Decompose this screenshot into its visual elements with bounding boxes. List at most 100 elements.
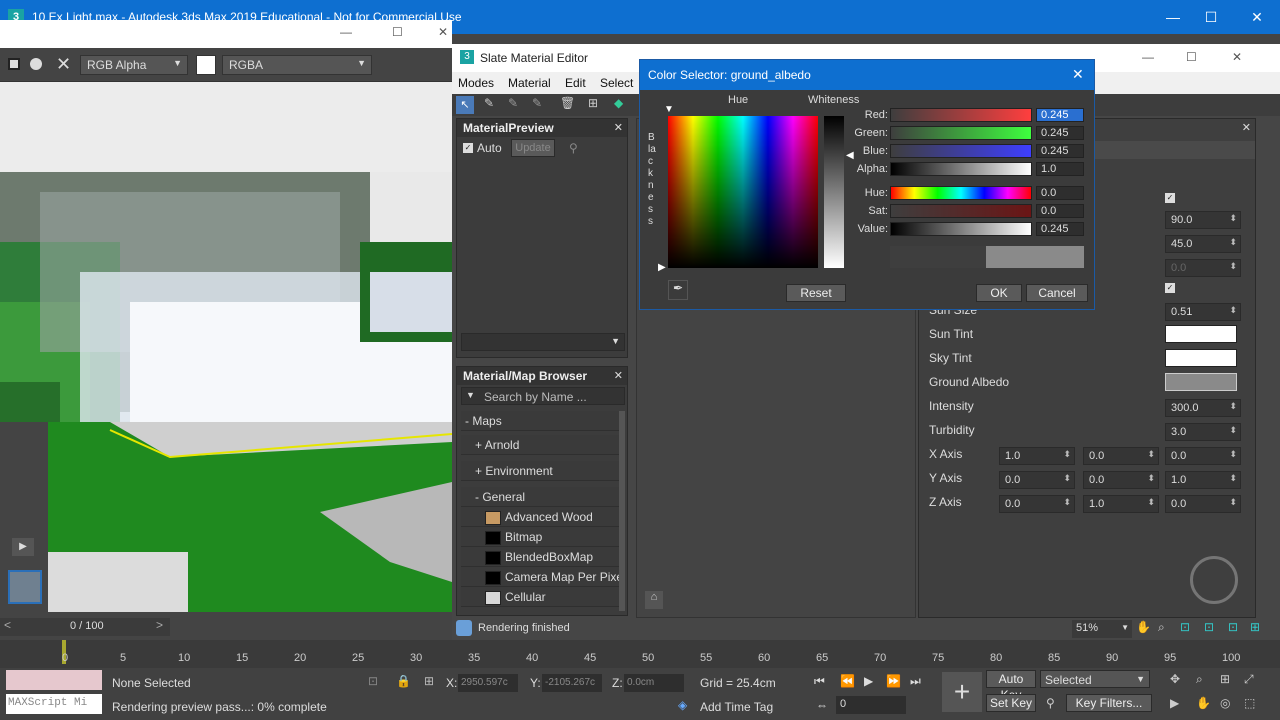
select-tool-icon[interactable]: ↖ — [456, 96, 474, 114]
tree-arnold[interactable]: + Arnold — [461, 435, 621, 455]
map-item[interactable]: Advanced Wood — [461, 507, 621, 527]
color-selector-close-icon[interactable]: ✕ — [1072, 66, 1084, 83]
z-axis-spinner[interactable]: 0.0 — [999, 495, 1075, 513]
channel-alpha-icon[interactable] — [30, 58, 42, 70]
prev-key-icon[interactable]: ⏪ — [840, 674, 855, 688]
zoom-icon[interactable]: ⌕ — [1158, 620, 1165, 635]
minimize-icon[interactable]: — — [1162, 6, 1184, 28]
update-button[interactable]: Update — [511, 139, 555, 157]
layout-all-icon[interactable]: ⊞ — [1250, 620, 1260, 634]
swatch-box[interactable] — [196, 55, 216, 75]
next-key-icon[interactable]: ⏩ — [886, 674, 901, 688]
sat-value[interactable]: 0.0 — [1036, 204, 1084, 218]
view-orbit-icon[interactable]: ◎ — [1220, 696, 1230, 710]
hue-value[interactable]: 0.0 — [1036, 186, 1084, 200]
material-preview-close-icon[interactable]: ✕ — [614, 121, 623, 134]
sky-tint-swatch[interactable] — [1165, 349, 1237, 367]
whiteness-marker-icon[interactable]: ◀ — [846, 150, 854, 161]
sat-slider[interactable] — [890, 204, 1032, 218]
param-checkbox[interactable]: ✓ — [1165, 283, 1175, 293]
go-to-start-icon[interactable]: ⏮ — [814, 674, 825, 689]
map-item[interactable]: Cellular — [461, 587, 621, 607]
add-time-tag[interactable]: Add Time Tag — [700, 700, 773, 714]
color-mode-select[interactable]: RGBA ▼ — [222, 55, 372, 75]
y-axis-spinner[interactable]: 1.0 — [1165, 471, 1241, 489]
fb-close-icon[interactable]: ✕ — [438, 25, 448, 39]
sun-tint-swatch[interactable] — [1165, 325, 1237, 343]
channel-red-icon[interactable] — [8, 58, 20, 70]
tree-environment[interactable]: + Environment — [461, 461, 621, 481]
assign-icon[interactable]: ◆ — [614, 96, 623, 110]
zoom-extents-icon[interactable]: ⊡ — [1204, 620, 1214, 634]
browser-search[interactable]: ▼ Search by Name ... — [461, 387, 625, 405]
set-key-icon[interactable]: + — [942, 672, 982, 712]
param-spinner[interactable]: 45.0 — [1165, 235, 1241, 253]
blackness-marker-icon[interactable]: ▶ — [658, 262, 666, 273]
param-checkbox[interactable]: ✓ — [1165, 193, 1175, 203]
map-item[interactable]: BlendedBoxMap — [461, 547, 621, 567]
reset-button[interactable]: Reset — [786, 284, 846, 302]
fb-minimize-icon[interactable]: — — [340, 25, 352, 39]
pan-icon[interactable]: ✋ — [1136, 620, 1151, 634]
layout-icon[interactable]: ⊞ — [588, 96, 598, 110]
preview-dropdown[interactable]: ▼ — [461, 333, 625, 351]
pin-icon[interactable]: ⚲ — [569, 141, 578, 155]
menu-select[interactable]: Select — [600, 76, 633, 90]
menu-edit[interactable]: Edit — [565, 76, 586, 90]
z-axis-spinner[interactable]: 0.0 — [1165, 495, 1241, 513]
isolate-icon[interactable]: ⊡ — [368, 674, 378, 688]
menu-modes[interactable]: Modes — [458, 76, 494, 90]
x-axis-spinner[interactable]: 1.0 — [999, 447, 1075, 465]
hue-blackness-box[interactable] — [668, 116, 818, 268]
x-axis-spinner[interactable]: 0.0 — [1165, 447, 1241, 465]
alpha-value[interactable]: 1.0 — [1036, 162, 1084, 176]
delete-icon[interactable]: 🗑 — [560, 96, 575, 110]
key-mode-icon[interactable]: ⇔ — [816, 698, 828, 712]
x-axis-spinner[interactable]: 0.0 — [1083, 447, 1159, 465]
y-axis-spinner[interactable]: 0.0 — [999, 471, 1075, 489]
green-value[interactable]: 0.245 — [1036, 126, 1084, 140]
hue-slider[interactable] — [890, 186, 1032, 200]
y-coordinate[interactable]: -2105.267c — [542, 674, 602, 692]
lock-icon[interactable]: 🔒 — [396, 674, 411, 688]
param-close-icon[interactable]: ✕ — [1242, 121, 1251, 134]
red-value[interactable]: 0.245 — [1036, 108, 1084, 122]
zoom-region-icon[interactable]: ⊡ — [1180, 620, 1190, 634]
auto-checkbox[interactable]: ✓ — [463, 143, 473, 153]
close-icon[interactable]: ✕ — [1246, 6, 1268, 28]
pick-all-icon[interactable]: ✎ — [532, 96, 542, 110]
viewport-thumb[interactable] — [8, 570, 42, 604]
cancel-button[interactable]: Cancel — [1026, 284, 1088, 302]
tree-maps[interactable]: - Maps — [461, 411, 621, 431]
go-to-end-icon[interactable]: ⏭ — [910, 674, 921, 689]
view-pan-icon[interactable]: ✋ — [1196, 696, 1211, 710]
blue-value[interactable]: 0.245 — [1036, 144, 1084, 158]
frame-input[interactable]: 0 — [836, 696, 906, 714]
sun-size-spinner[interactable]: 0.51 — [1165, 303, 1241, 321]
slate-close-icon[interactable]: ✕ — [1232, 50, 1242, 64]
view-zoom-all-icon[interactable]: ⊞ — [1220, 672, 1230, 686]
view-zoom-icon[interactable]: ⌕ — [1196, 672, 1203, 687]
view-move-icon[interactable]: ✥ — [1170, 672, 1180, 686]
maximize-icon[interactable]: ☐ — [1200, 6, 1222, 28]
next-frame-icon[interactable]: > — [156, 618, 163, 632]
key-filter-icon[interactable]: ⚲ — [1046, 696, 1055, 710]
green-slider[interactable] — [890, 126, 1032, 140]
alpha-slider[interactable] — [890, 162, 1032, 176]
absolute-mode-icon[interactable]: ⊞ — [424, 674, 434, 688]
search-options-icon[interactable]: ▼ — [466, 390, 475, 400]
hue-marker-icon[interactable]: ▼ — [664, 104, 674, 115]
play-icon[interactable]: ▶ — [12, 538, 34, 556]
blue-slider[interactable] — [890, 144, 1032, 158]
browser-scrollbar[interactable] — [619, 411, 625, 611]
value-slider[interactable] — [890, 222, 1032, 236]
z-coordinate[interactable]: 0.0cm — [624, 674, 684, 692]
channel-select[interactable]: RGB Alpha ▼ — [80, 55, 188, 75]
menu-material[interactable]: Material — [508, 76, 551, 90]
selected-select[interactable]: Selected ▼ — [1040, 670, 1150, 688]
maxscript-listener[interactable] — [6, 670, 102, 690]
eyedropper-button[interactable]: ✒ — [668, 280, 688, 300]
set-key-button[interactable]: Set Key — [986, 694, 1036, 712]
tree-general[interactable]: - General — [461, 487, 621, 507]
auto-key-button[interactable]: Auto Key — [986, 670, 1036, 702]
